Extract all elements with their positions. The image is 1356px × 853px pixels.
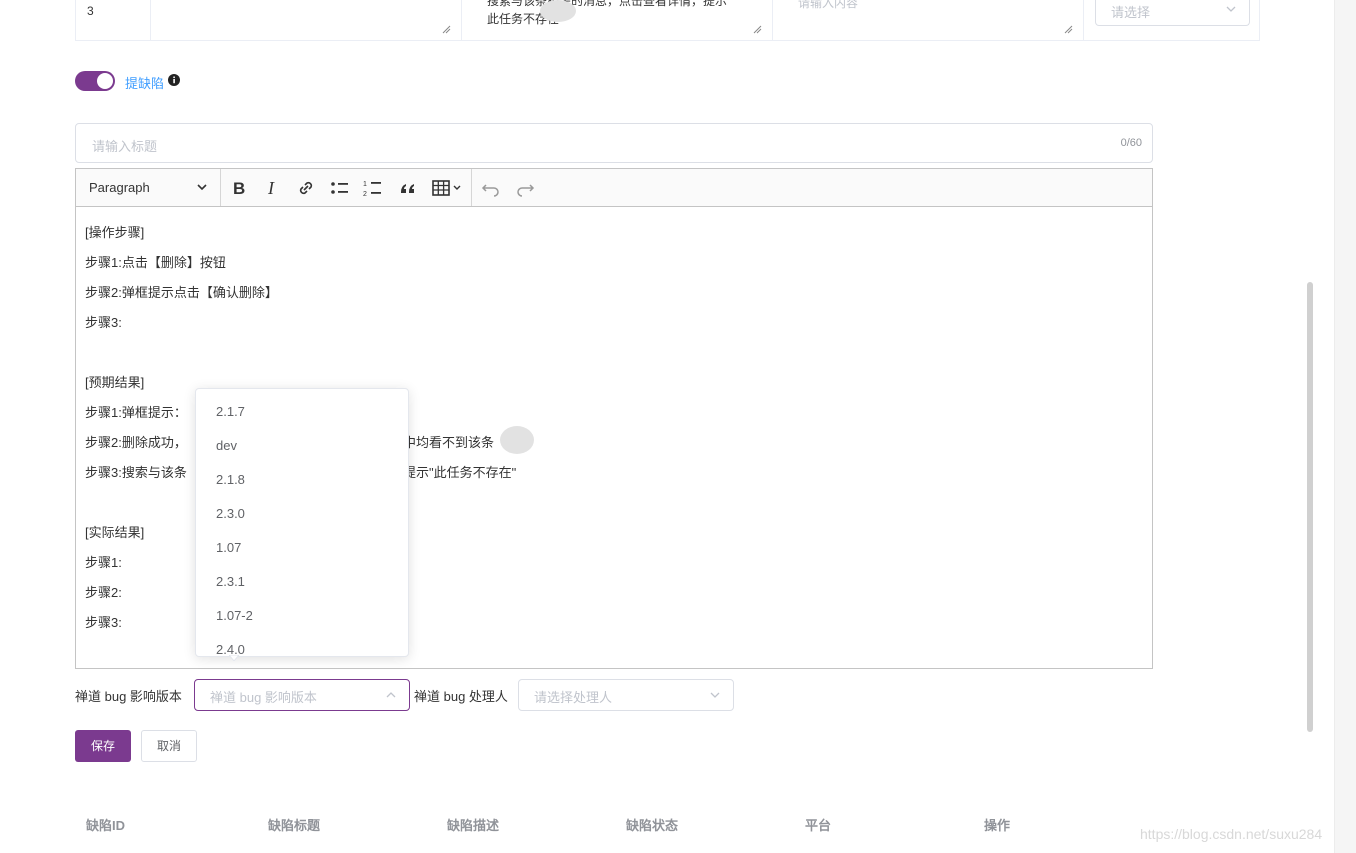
defect-toggle[interactable] xyxy=(75,71,115,91)
handler-select[interactable]: 请选择处理人 xyxy=(518,679,734,711)
undo-icon[interactable] xyxy=(479,177,503,199)
editor-line-tail: 提示"此任务不存在" xyxy=(403,465,517,480)
italic-icon[interactable]: I xyxy=(260,177,284,199)
column-header-defect-description: 缺陷描述 xyxy=(447,818,500,833)
svg-text:B: B xyxy=(233,179,245,198)
save-button[interactable]: 保存 xyxy=(75,730,131,762)
editor-line: [实际结果] xyxy=(85,525,145,540)
column-header-defect-id: 缺陷ID xyxy=(86,818,126,833)
editor-line: 步骤2:删除成功， xyxy=(85,435,187,450)
version-label: 禅道 bug 影响版本 xyxy=(75,689,182,704)
version-select[interactable]: 禅道 bug 影响版本 xyxy=(194,679,410,711)
editor-line-tail: 中均看不到该条 xyxy=(403,435,495,450)
svg-text:1: 1 xyxy=(363,181,367,188)
defect-toggle-label[interactable]: 提缺陷 xyxy=(125,73,164,92)
status-select-cell: 请选择 xyxy=(1084,0,1261,40)
cancel-button[interactable]: 取消 xyxy=(141,730,197,762)
toggle-knob xyxy=(97,73,113,89)
paragraph-format-dropdown[interactable]: Paragraph xyxy=(76,169,221,206)
editor-line: 步骤2:弹框提示点击【确认删除】 xyxy=(85,285,278,300)
dropdown-pointer-icon xyxy=(229,655,239,661)
title-char-counter: 0/60 xyxy=(1120,137,1142,149)
bulleted-list-icon[interactable] xyxy=(328,177,352,199)
editor-line: 步骤3: xyxy=(85,315,122,330)
editor-line: 步骤3: xyxy=(85,615,122,630)
resize-grip-icon[interactable] xyxy=(1064,25,1073,34)
editor-line: 步骤1: xyxy=(85,555,122,570)
column-header-defect-status: 缺陷状态 xyxy=(626,818,679,833)
status-select[interactable]: 请选择 xyxy=(1095,0,1250,26)
test-case-row: 3 搜索与该条相关的消息，点击查看详情，提示” 此任务不存在 “ 请输入内容 请… xyxy=(75,0,1260,41)
chevron-down-icon xyxy=(1226,6,1236,12)
content-scrollbar-thumb[interactable] xyxy=(1307,282,1313,732)
row-number: 3 xyxy=(87,4,94,18)
cursor-smudge xyxy=(540,0,576,22)
paragraph-format-label: Paragraph xyxy=(89,180,150,195)
editor-line: 步骤1:弹框提示： xyxy=(85,405,187,420)
redo-icon[interactable] xyxy=(513,177,537,199)
editor-line: 步骤1:点击【删除】按钮 xyxy=(85,255,226,270)
table-icon[interactable] xyxy=(431,177,467,199)
version-option[interactable]: 1.07-2 xyxy=(216,608,253,623)
watermark: https://blog.csdn.net/suxu284 xyxy=(1140,826,1323,842)
svg-text:2: 2 xyxy=(363,191,367,198)
steps-textarea[interactable] xyxy=(151,0,462,40)
actual-result-placeholder: 请输入内容 xyxy=(798,0,859,10)
column-header-actions: 操作 xyxy=(984,818,1011,833)
version-option[interactable]: 1.07 xyxy=(216,540,241,555)
link-icon[interactable] xyxy=(294,177,318,199)
block-quote-icon[interactable] xyxy=(396,177,420,199)
version-option[interactable]: dev xyxy=(216,438,237,453)
editor-line: [操作步骤] xyxy=(85,225,145,240)
editor-line: 步骤2: xyxy=(85,585,122,600)
version-option[interactable]: 2.3.0 xyxy=(216,506,245,521)
editor-line: [预期结果] xyxy=(85,375,145,390)
svg-text:I: I xyxy=(267,178,275,198)
status-select-placeholder: 请选择 xyxy=(1111,5,1151,20)
version-option[interactable]: 2.1.8 xyxy=(216,472,245,487)
cursor-smudge xyxy=(500,426,534,454)
version-select-placeholder: 禅道 bug 影响版本 xyxy=(210,690,317,705)
column-header-defect-title: 缺陷标题 xyxy=(268,818,321,833)
column-header-platform: 平台 xyxy=(805,818,832,833)
chevron-up-icon xyxy=(386,692,396,698)
chevron-down-icon xyxy=(197,184,207,191)
editor-toolbar: Paragraph B I 12 xyxy=(76,169,1152,207)
version-dropdown-menu: 2.1.7 dev 2.1.8 2.3.0 1.07 2.3.1 1.07-2 … xyxy=(195,388,409,657)
info-icon[interactable] xyxy=(168,74,180,86)
handler-select-placeholder: 请选择处理人 xyxy=(534,690,613,705)
version-option[interactable]: 2.3.1 xyxy=(216,574,245,589)
version-option[interactable]: 2.1.7 xyxy=(216,404,245,419)
resize-grip-icon[interactable] xyxy=(753,25,762,34)
handler-label: 禅道 bug 处理人 xyxy=(414,689,508,704)
toolbar-separator xyxy=(471,169,472,206)
expected-result-textarea[interactable]: 搜索与该条相关的消息，点击查看详情，提示” 此任务不存在 “ xyxy=(462,0,773,40)
editor-line: 步骤3:搜索与该条 xyxy=(85,465,187,480)
resize-grip-icon[interactable] xyxy=(442,25,451,34)
window-scrollbar[interactable] xyxy=(1334,0,1356,853)
row-number-cell: 3 xyxy=(76,0,151,40)
defect-title-input[interactable]: 请输入标题 0/60 xyxy=(75,123,1153,163)
bold-icon[interactable]: B xyxy=(227,177,251,199)
actual-result-textarea[interactable]: 请输入内容 xyxy=(773,0,1084,40)
title-placeholder: 请输入标题 xyxy=(92,139,158,154)
expected-result-text: 搜索与该条相关的消息，点击查看详情，提示” 此任务不存在 “ xyxy=(487,0,731,26)
numbered-list-icon[interactable]: 12 xyxy=(361,177,385,199)
chevron-down-icon xyxy=(710,692,720,698)
